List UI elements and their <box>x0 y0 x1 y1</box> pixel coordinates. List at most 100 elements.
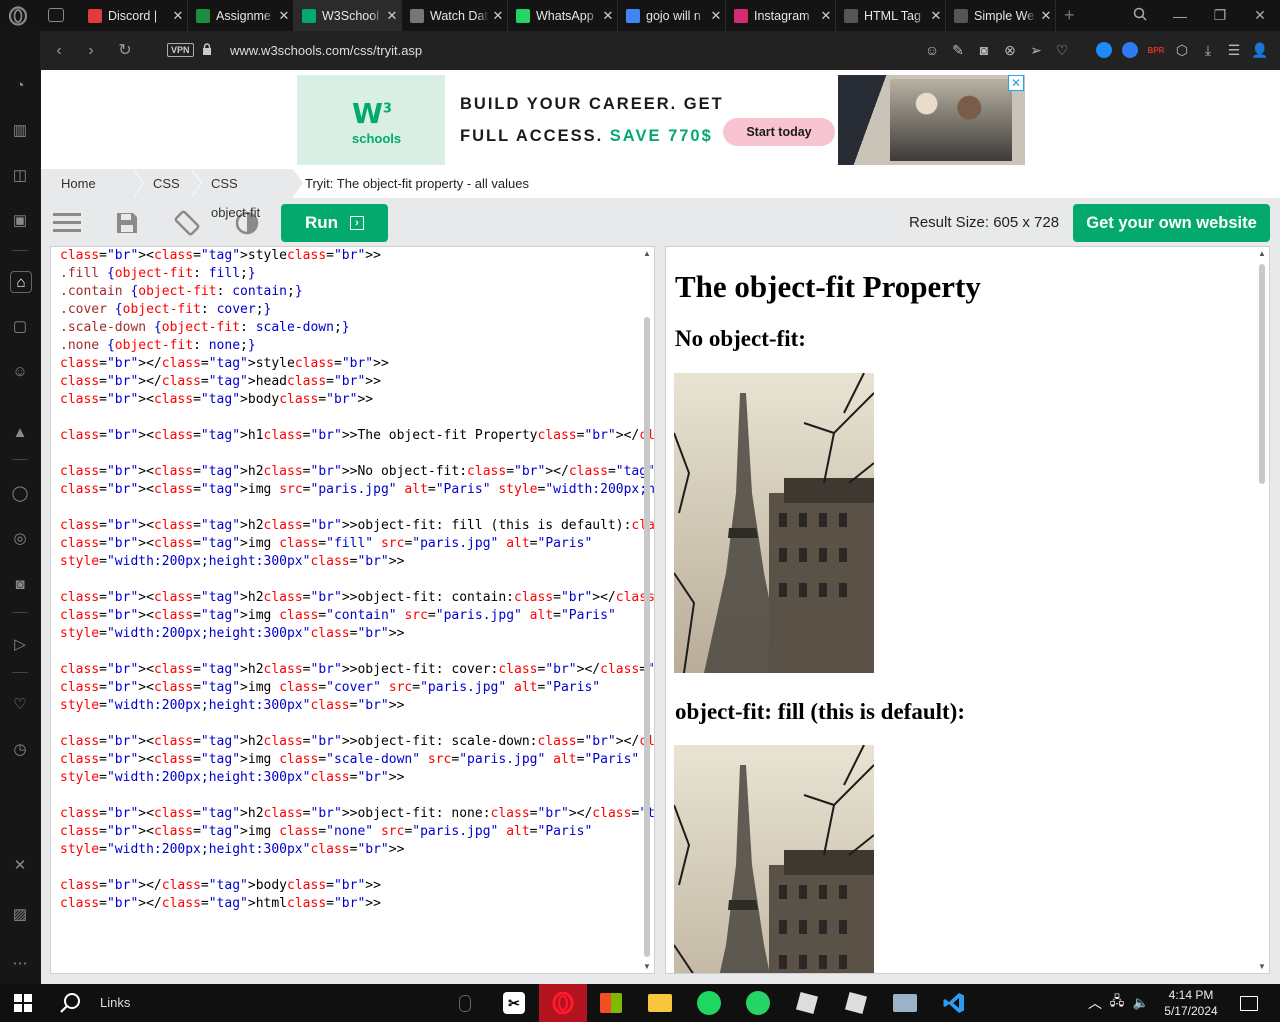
player-icon[interactable]: ▷ <box>10 634 30 654</box>
workspaces-icon[interactable] <box>48 8 64 22</box>
tab-close-icon[interactable]: ✕ <box>1037 8 1055 24</box>
more-icon[interactable]: ⋯ <box>10 953 30 973</box>
code-line[interactable]: class="br"></class="tag">styleclass="br"… <box>60 355 654 373</box>
emoji-icon[interactable]: ☺ <box>922 39 942 61</box>
vscode-icon[interactable] <box>939 988 969 1018</box>
ad-banner[interactable]: W3 schools BUILD YOUR CAREER. GET FULL A… <box>297 75 1025 165</box>
code-line[interactable]: class="br"><class="tag">img src="paris.j… <box>60 481 654 499</box>
opera-logo-icon[interactable] <box>8 6 28 26</box>
twitch-icon[interactable]: ◫ <box>10 165 30 185</box>
code-line[interactable] <box>60 859 654 877</box>
gaming-icon[interactable]: ▢ <box>10 316 30 336</box>
back-icon[interactable]: ‹ <box>48 40 70 62</box>
editor-scrollbar[interactable]: ▲ ▼ <box>643 247 651 973</box>
news-icon[interactable]: ▣ <box>10 210 30 230</box>
run-button[interactable]: Run › <box>281 204 388 242</box>
code-line[interactable]: class="br"><class="tag">h2class="br">>ob… <box>60 589 654 607</box>
code-line[interactable]: class="br"><class="tag">h2class="br">>ob… <box>60 661 654 679</box>
ad-close-icon[interactable]: ✕ <box>1008 75 1024 91</box>
browser-tab[interactable]: W3School ✕ <box>294 0 402 31</box>
roblox-studio-icon[interactable] <box>841 988 871 1018</box>
start-today-button[interactable]: Start today <box>723 118 835 146</box>
code-line[interactable]: .contain {object-fit: contain;} <box>60 283 654 301</box>
crossed-tools-icon[interactable]: ✕ <box>10 855 30 875</box>
download-icon[interactable]: ⤓ <box>1198 39 1218 61</box>
code-line[interactable]: style="width:200px;height:300px"class="b… <box>60 697 654 715</box>
code-line[interactable] <box>60 643 654 661</box>
result-scrollbar[interactable]: ▲ ▼ <box>1258 247 1266 973</box>
extension-play-icon[interactable] <box>1120 39 1140 61</box>
get-your-own-website-button[interactable]: Get your own website <box>1073 204 1270 242</box>
code-line[interactable]: class="br"></class="tag">htmlclass="br">… <box>60 895 654 913</box>
breadcrumb-css-object-fit[interactable]: CSS object-fit <box>191 169 304 220</box>
windows-start-icon[interactable] <box>8 988 38 1018</box>
file-explorer-icon[interactable] <box>645 988 675 1018</box>
tab-close-icon[interactable]: ✕ <box>383 8 401 24</box>
restore-icon[interactable]: ❐ <box>1200 7 1240 24</box>
tab-close-icon[interactable]: ✕ <box>169 8 187 24</box>
taskbar-search-icon[interactable] <box>56 988 86 1018</box>
code-line[interactable]: class="br"><class="tag">img class="conta… <box>60 607 654 625</box>
code-line[interactable] <box>60 787 654 805</box>
minimize-icon[interactable]: — <box>1160 8 1200 24</box>
code-line[interactable]: class="br"><class="tag">img class="none"… <box>60 823 654 841</box>
code-line[interactable]: class="br"><class="tag">img class="scale… <box>60 751 654 769</box>
bookmarks-heart-icon[interactable]: ♡ <box>10 694 30 714</box>
block-icon[interactable]: ⊗ <box>1000 39 1020 61</box>
menu-icon[interactable] <box>52 208 82 238</box>
code-line[interactable] <box>60 715 654 733</box>
whatsapp-taskbar-icon[interactable] <box>743 988 773 1018</box>
code-line[interactable] <box>60 445 654 463</box>
code-line[interactable]: class="br"><class="tag">h2class="br">>No… <box>60 463 654 481</box>
heart-icon[interactable]: ♡ <box>1052 39 1072 61</box>
code-line[interactable]: class="br"><class="tag">img class="cover… <box>60 679 654 697</box>
roblox-icon[interactable] <box>792 988 822 1018</box>
volume-icon[interactable]: 🔈 <box>1126 988 1156 1018</box>
forward-icon[interactable]: › <box>80 40 102 62</box>
opera-taskbar-button[interactable] <box>539 984 587 1022</box>
code-line[interactable]: style="width:200px;height:300px"class="b… <box>60 625 654 643</box>
code-line[interactable]: style="width:200px;height:300px"class="b… <box>60 553 654 571</box>
tab-close-icon[interactable]: ✕ <box>275 8 293 24</box>
browser-tab[interactable]: WhatsApp ✕ <box>508 0 618 31</box>
home-icon[interactable]: ⌂ <box>10 271 32 293</box>
performance-monitor-icon[interactable] <box>890 988 920 1018</box>
vpn-badge[interactable]: VPN <box>167 43 194 57</box>
tab-island-icon[interactable]: ▥ <box>10 120 30 140</box>
new-tab-plus-icon[interactable]: + <box>1064 5 1075 26</box>
edit-icon[interactable]: ✎ <box>948 39 968 61</box>
tab-close-icon[interactable]: ✕ <box>599 8 617 24</box>
code-line[interactable]: class="br"></class="tag">headclass="br">… <box>60 373 654 391</box>
spotify-icon[interactable] <box>694 988 724 1018</box>
bpr-extension-icon[interactable]: BPR <box>1146 39 1166 61</box>
code-content[interactable]: class="br"><class="tag">styleclass="br">… <box>60 247 654 913</box>
tab-close-icon[interactable]: ✕ <box>489 8 507 24</box>
browser-tab[interactable]: Discord | ✕ <box>80 0 188 31</box>
browser-tab[interactable]: Instagram ✕ <box>726 0 836 31</box>
lock-icon[interactable] <box>202 43 212 56</box>
capcut-icon[interactable]: ✂ <box>499 988 529 1018</box>
history-icon[interactable]: ◷ <box>10 739 30 759</box>
browser-tab[interactable]: HTML Tag ✕ <box>836 0 946 31</box>
tab-close-icon[interactable]: ✕ <box>817 8 835 24</box>
taskbar-search-label[interactable]: Links <box>100 995 130 1010</box>
camera-icon[interactable]: ◙ <box>974 39 994 61</box>
code-line[interactable]: .scale-down {object-fit: scale-down;} <box>60 319 654 337</box>
browser-tab[interactable]: Simple We ✕ <box>946 0 1056 31</box>
profile-icon[interactable]: 👤 <box>1250 39 1270 61</box>
emoji-sidebar-icon[interactable]: ☺ <box>10 361 30 381</box>
browser-tab[interactable]: Assignme ✕ <box>188 0 294 31</box>
close-window-icon[interactable]: ✕ <box>1240 7 1280 24</box>
code-line[interactable]: .none {object-fit: none;} <box>60 337 654 355</box>
code-line[interactable]: class="br"><class="tag">h2class="br">>ob… <box>60 805 654 823</box>
tab-close-icon[interactable]: ✕ <box>927 8 945 24</box>
code-line[interactable]: class="br"></class="tag">bodyclass="br">… <box>60 877 654 895</box>
breadcrumb-home[interactable]: Home <box>41 169 144 198</box>
rotate-orientation-icon[interactable] <box>172 208 202 238</box>
cube-icon[interactable]: ⬡ <box>1172 39 1192 61</box>
code-line[interactable]: .fill {object-fit: fill;} <box>60 265 654 283</box>
code-line[interactable]: style="width:200px;height:300px"class="b… <box>60 841 654 859</box>
send-icon[interactable]: ➢ <box>1026 39 1046 61</box>
aria-icon[interactable]: ▲ <box>10 422 30 442</box>
gallery-icon[interactable]: ▨ <box>10 904 30 924</box>
